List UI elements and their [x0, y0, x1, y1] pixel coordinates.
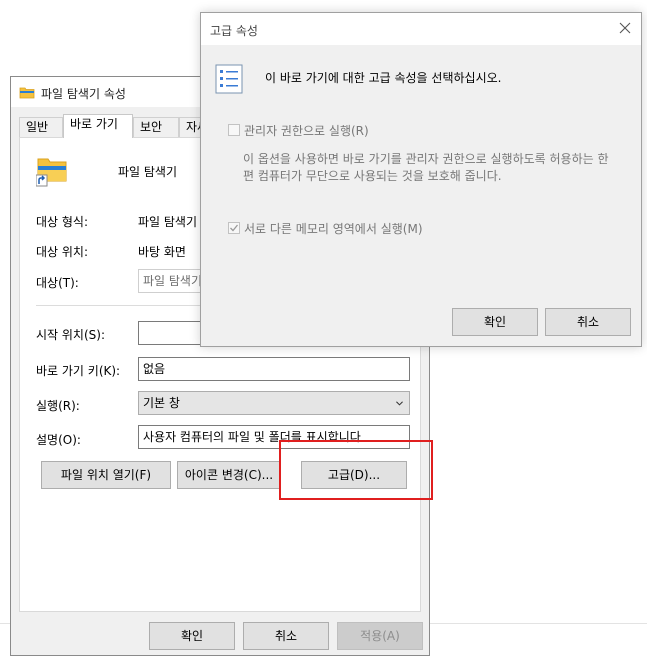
target-label: 대상(T): [36, 276, 79, 290]
open-file-location-button[interactable]: 파일 위치 열기(F) [41, 461, 171, 489]
app-name: 파일 탐색기 [118, 165, 178, 179]
checkmark-icon [230, 224, 239, 232]
advanced-heading: 이 바로 가기에 대한 고급 속성을 선택하십시오. [265, 71, 502, 85]
run-label: 실행(R): [36, 399, 80, 413]
run-select[interactable]: 기본 창 [138, 391, 410, 415]
ok-button[interactable]: 확인 [149, 622, 235, 650]
checklist-icon [215, 64, 243, 94]
highlight-box [279, 440, 433, 500]
advanced-properties-dialog: 고급 속성 이 바로 가기에 대한 고급 속성을 선택하십시오. 관리자 권한으… [200, 12, 642, 347]
properties-title: 파일 탐색기 속성 [41, 87, 126, 101]
advanced-titlebar: 고급 속성 [201, 13, 641, 45]
advanced-ok-button[interactable]: 확인 [452, 308, 538, 336]
apply-button[interactable]: 적용(A) [337, 622, 423, 650]
tab-general[interactable]: 일반 [19, 117, 63, 137]
run-as-admin-description: 이 옵션을 사용하면 바로 가기를 관리자 권한으로 실행하도록 허용하는 한편… [243, 152, 609, 183]
comment-label: 설명(O): [36, 433, 81, 447]
file-explorer-icon [36, 158, 67, 187]
target-location-label: 대상 위치: [36, 245, 89, 259]
run-as-admin-label[interactable]: 관리자 권한으로 실행(R) [244, 122, 369, 139]
tab-security[interactable]: 보안 [133, 117, 179, 137]
target-type-value: 파일 탐색기 [138, 215, 198, 229]
separate-memory-checkbox[interactable] [228, 222, 240, 234]
cancel-button[interactable]: 취소 [243, 622, 329, 650]
shortcut-key-label: 바로 가기 키(K): [36, 364, 121, 378]
folder-icon [19, 87, 35, 99]
advanced-title: 고급 속성 [210, 24, 258, 38]
start-in-label: 시작 위치(S): [36, 328, 105, 342]
tab-shortcut[interactable]: 바로 가기 [63, 114, 133, 138]
advanced-cancel-button[interactable]: 취소 [545, 308, 631, 336]
change-icon-button[interactable]: 아이콘 변경(C)... [177, 461, 281, 489]
target-type-label: 대상 형식: [36, 215, 89, 229]
close-icon[interactable] [617, 20, 633, 36]
shortcut-key-input[interactable]: 없음 [138, 357, 410, 381]
chevron-down-icon [396, 401, 403, 406]
target-location-value: 바탕 화면 [138, 245, 186, 259]
separate-memory-label[interactable]: 서로 다른 메모리 영역에서 실행(M) [244, 220, 423, 237]
run-as-admin-checkbox[interactable] [228, 124, 240, 136]
run-select-value: 기본 창 [143, 396, 180, 410]
